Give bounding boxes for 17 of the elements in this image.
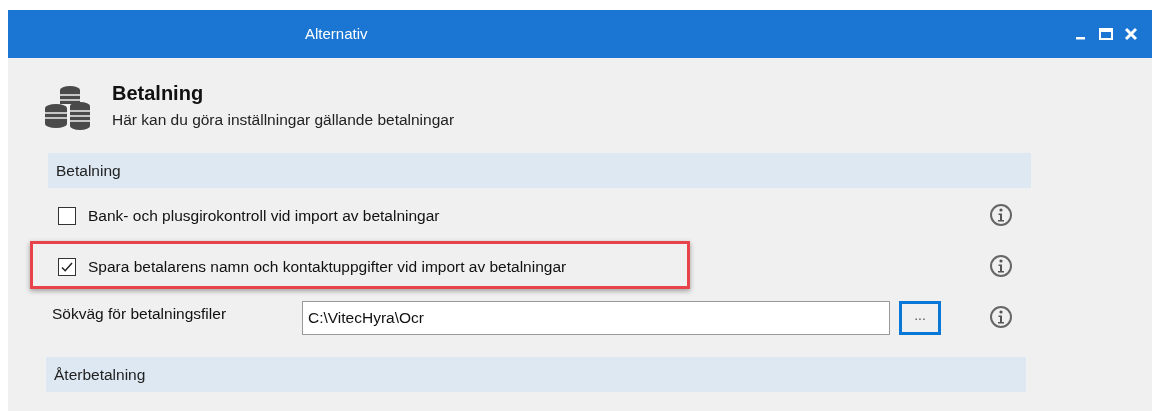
maximize-icon[interactable] [1098, 27, 1114, 41]
page-title: Betalning [112, 82, 205, 105]
section-header: Betalning [48, 153, 1031, 188]
info-icon[interactable] [989, 305, 1013, 329]
checkbox-label: Spara betalarens namn och kontaktuppgifter vid import av betalningar [88, 257, 567, 276]
checkbox[interactable] [58, 206, 76, 225]
info-icon[interactable] [989, 254, 1013, 278]
page-subtitle: Här kan du göra inställningar gällande betalningar [112, 111, 455, 129]
window-title: Alternativ [305, 25, 368, 42]
path-field[interactable]: C:\VitecHyra\Ocr [302, 300, 890, 335]
field-label: Sökväg för betalningsfiler [52, 304, 228, 323]
checkbox[interactable] [58, 257, 76, 276]
browse-button[interactable]: ... [899, 300, 941, 335]
close-icon[interactable] [1124, 27, 1138, 41]
section-header: Återbetalning [46, 357, 1026, 392]
info-icon[interactable] [989, 203, 1013, 227]
checkbox-label: Bank- och plusgirokontroll vid import av betalningar [88, 206, 440, 225]
